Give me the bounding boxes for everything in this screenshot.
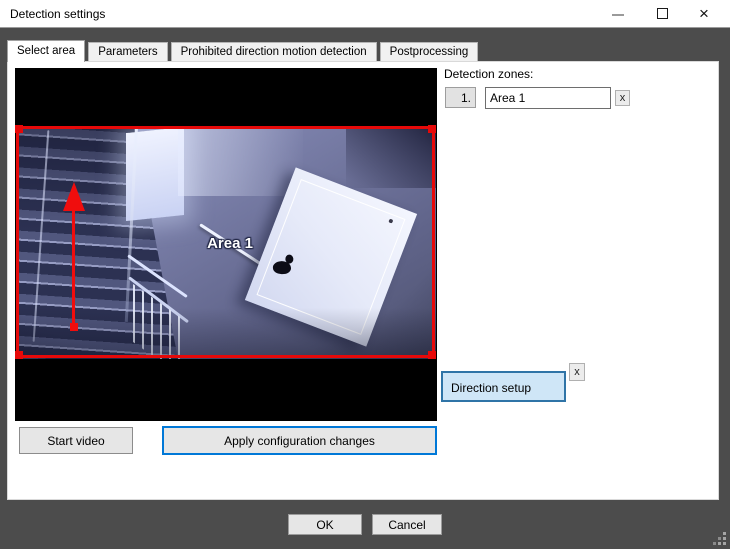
cancel-button[interactable]: Cancel	[372, 514, 442, 535]
detection-settings-dialog: Detection settings × Select area Paramet…	[0, 0, 730, 549]
zone-name-input[interactable]	[485, 87, 611, 109]
tab-prohibited-direction[interactable]: Prohibited direction motion detection	[171, 42, 377, 62]
close-icon: ×	[699, 3, 709, 25]
direction-setup-button[interactable]: Direction setup	[441, 371, 566, 402]
direction-arrow-handle[interactable]	[70, 323, 78, 331]
apply-configuration-button[interactable]: Apply configuration changes	[162, 426, 437, 455]
selection-handle[interactable]	[428, 125, 436, 133]
selection-handle[interactable]	[15, 351, 23, 359]
title-bar[interactable]: Detection settings ×	[0, 0, 730, 28]
detection-zones-heading: Detection zones:	[444, 67, 533, 81]
selection-handle[interactable]	[15, 125, 23, 133]
maximize-button[interactable]	[640, 0, 685, 28]
selection-handle[interactable]	[428, 351, 436, 359]
direction-arrow-line[interactable]	[72, 209, 75, 326]
ok-button[interactable]: OK	[288, 514, 362, 535]
tab-parameters[interactable]: Parameters	[88, 42, 167, 62]
close-button[interactable]: ×	[685, 0, 730, 28]
resize-grip-icon[interactable]	[711, 530, 727, 546]
video-preview[interactable]: Area 1	[15, 68, 437, 421]
zone-remove-button[interactable]: x	[615, 90, 630, 106]
direction-remove-button[interactable]: x	[569, 363, 585, 381]
tab-strip: Select area Parameters Prohibited direct…	[7, 40, 478, 62]
window-title: Detection settings	[10, 7, 105, 21]
zone-overlay-label: Area 1	[160, 235, 300, 252]
tab-select-area[interactable]: Select area	[7, 40, 85, 62]
direction-arrow-icon[interactable]	[63, 182, 85, 211]
minimize-button[interactable]	[595, 0, 640, 28]
maximize-icon	[657, 8, 668, 19]
zone-index-button[interactable]: 1.	[445, 87, 476, 108]
tab-postprocessing[interactable]: Postprocessing	[380, 42, 479, 62]
minimize-icon	[612, 14, 624, 16]
start-video-button[interactable]: Start video	[19, 427, 133, 454]
